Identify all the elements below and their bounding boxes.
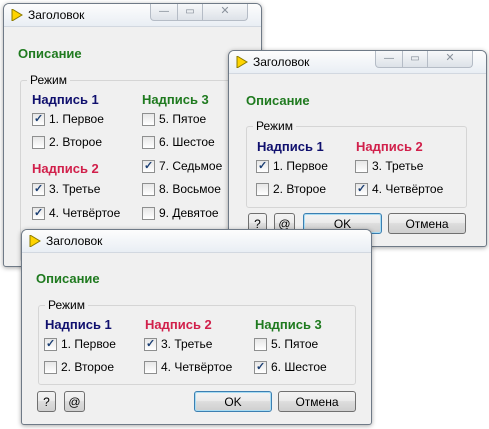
checkbox[interactable] — [142, 136, 155, 149]
checkbox-label: 3. Третье — [49, 182, 101, 196]
checkbox[interactable] — [142, 113, 155, 126]
checkbox-label: 1. Первое — [61, 337, 116, 351]
caption-2: Надпись 2 — [32, 161, 99, 176]
window-title: Заголовок — [253, 55, 310, 69]
title-bar[interactable]: Заголовок — ▭ ✕ — [4, 4, 261, 27]
checkbox-label: 6. Шестое — [159, 135, 215, 149]
checkbox-label: 7. Седьмое — [159, 159, 223, 173]
check-mark-icon: ✓ — [258, 160, 268, 172]
checkbox[interactable]: ✓ — [32, 207, 45, 220]
check-mark-icon: ✓ — [46, 338, 56, 350]
dialog-window-3: Заголовок Описание Режим Надпись 1 Надпи… — [21, 229, 372, 425]
description-label: Описание — [18, 46, 82, 61]
maximize-button[interactable]: ▭ — [177, 4, 203, 21]
title-bar[interactable]: Заголовок — ▭ ✕ — [229, 51, 486, 74]
checkbox[interactable]: ✓ — [144, 338, 157, 351]
app-icon — [29, 235, 41, 247]
group-label: Режим — [45, 298, 88, 312]
check-mark-icon: ✓ — [357, 183, 367, 195]
checkbox-label: 4. Четвёртое — [161, 360, 233, 374]
checkbox[interactable] — [144, 361, 157, 374]
checkbox-label: 9. Девятое — [159, 206, 219, 220]
caption-2: Надпись 2 — [356, 139, 423, 154]
description-label: Описание — [36, 271, 100, 286]
checkbox-label: 2. Второе — [61, 360, 115, 374]
checkbox[interactable] — [44, 361, 57, 374]
caption-3: Надпись 3 — [255, 317, 322, 332]
description-label: Описание — [246, 93, 310, 108]
checkbox-label: 2. Второе — [49, 135, 103, 149]
check-mark-icon: ✓ — [34, 113, 44, 125]
window-title: Заголовок — [28, 8, 85, 22]
checkbox[interactable]: ✓ — [32, 113, 45, 126]
checkbox-label: 5. Пятое — [159, 112, 207, 126]
cancel-button[interactable]: Отмена — [388, 213, 466, 234]
caption-2: Надпись 2 — [145, 317, 212, 332]
checkbox[interactable] — [254, 338, 267, 351]
app-icon — [236, 56, 248, 68]
checkbox[interactable]: ✓ — [355, 183, 368, 196]
check-mark-icon: ✓ — [144, 160, 154, 172]
checkbox-label: 1. Первое — [49, 112, 104, 126]
check-mark-icon: ✓ — [256, 361, 266, 373]
checkbox[interactable] — [32, 136, 45, 149]
check-mark-icon: ✓ — [34, 183, 44, 195]
checkbox-label: 4. Четвёртое — [372, 182, 444, 196]
checkbox-label: 5. Пятое — [271, 337, 319, 351]
checkbox[interactable]: ✓ — [142, 160, 155, 173]
checkbox-label: 3. Третье — [161, 337, 213, 351]
caption-1: Надпись 1 — [32, 92, 99, 107]
group-label: Режим — [27, 73, 70, 87]
checkbox-label: 4. Четвёртое — [49, 206, 121, 220]
caption-1: Надпись 1 — [257, 139, 324, 154]
dialog-window-1: Заголовок — ▭ ✕ Описание Режим Надпись 1… — [3, 3, 262, 267]
check-mark-icon: ✓ — [146, 338, 156, 350]
title-bar[interactable]: Заголовок — [22, 230, 371, 253]
checkbox[interactable]: ✓ — [254, 361, 267, 374]
help-button[interactable]: ? — [37, 391, 56, 412]
checkbox-label: 3. Третье — [372, 159, 424, 173]
dialog-window-2: Заголовок — ▭ ✕ Описание Режим Надпись 1… — [228, 50, 487, 247]
checkbox[interactable]: ✓ — [44, 338, 57, 351]
caption-3: Надпись 3 — [142, 92, 209, 107]
group-label: Режим — [253, 119, 296, 133]
maximize-button[interactable]: ▭ — [402, 51, 428, 68]
minimize-button[interactable]: — — [375, 51, 403, 68]
at-button[interactable]: @ — [64, 391, 85, 412]
checkbox-label: 2. Второе — [273, 182, 327, 196]
close-button[interactable]: ✕ — [202, 4, 248, 21]
checkbox[interactable]: ✓ — [256, 160, 269, 173]
app-icon — [11, 9, 23, 21]
caption-1: Надпись 1 — [45, 317, 112, 332]
checkbox[interactable]: ✓ — [32, 183, 45, 196]
cancel-button[interactable]: Отмена — [278, 391, 356, 412]
checkbox[interactable] — [256, 183, 269, 196]
checkbox[interactable] — [355, 160, 368, 173]
minimize-button[interactable]: — — [150, 4, 178, 21]
checkbox[interactable] — [142, 183, 155, 196]
checkbox-label: 6. Шестое — [271, 360, 327, 374]
checkbox[interactable] — [142, 207, 155, 220]
check-mark-icon: ✓ — [34, 207, 44, 219]
close-button[interactable]: ✕ — [427, 51, 473, 68]
window-title: Заголовок — [46, 234, 103, 248]
ok-button[interactable]: OK — [194, 391, 272, 412]
checkbox-label: 1. Первое — [273, 159, 328, 173]
checkbox-label: 8. Восьмое — [159, 182, 221, 196]
